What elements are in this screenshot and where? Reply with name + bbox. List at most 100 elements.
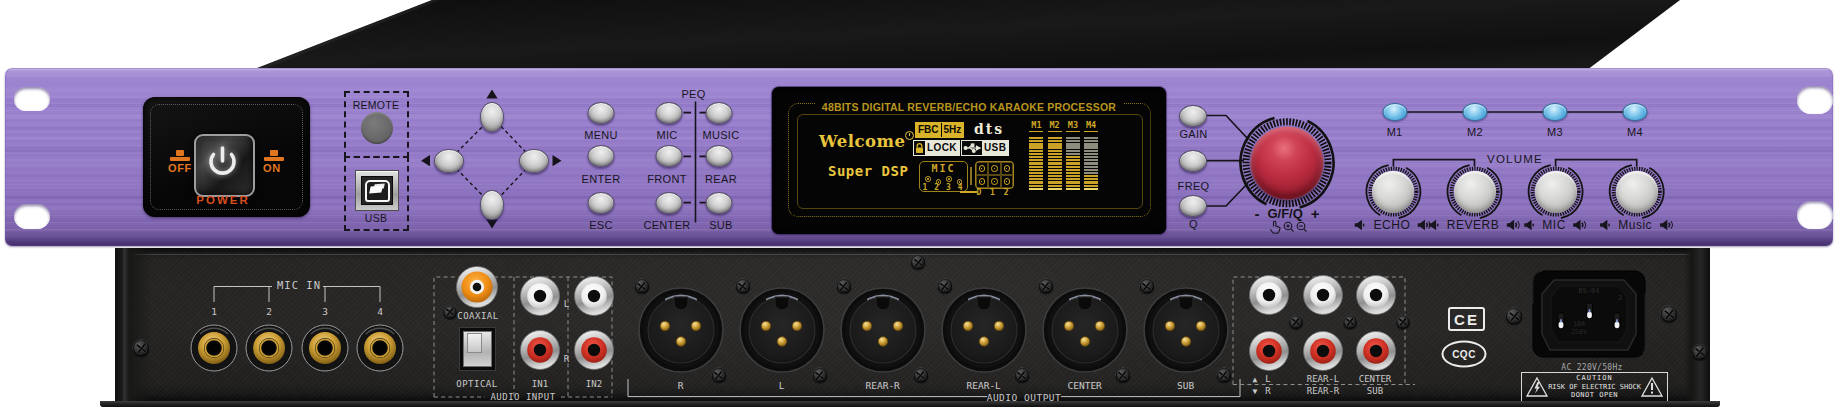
m1-led-button[interactable] (1382, 103, 1407, 121)
nav-up-button[interactable] (480, 102, 504, 132)
m2-led-button[interactable] (1463, 103, 1488, 121)
rca-rear-l-label: REAR-L (1307, 374, 1340, 384)
peq-center-button[interactable] (656, 192, 683, 214)
screw-icon (1396, 315, 1410, 329)
display-meter-m1: M1 (1029, 120, 1043, 190)
screw-icon (1289, 315, 1303, 329)
echo-volume-knob[interactable] (1372, 171, 1414, 213)
exclamation-warning-icon (1641, 377, 1663, 397)
m4-led-button[interactable] (1623, 103, 1648, 121)
mic-jack-dot-icon (946, 176, 952, 182)
xlr-label: SUB (1177, 379, 1194, 390)
mic-volume-knob[interactable] (1535, 171, 1577, 213)
mic-in-label: MIC IN (277, 279, 321, 291)
xlr-label: CENTER (1068, 379, 1102, 390)
screw-icon (735, 279, 750, 294)
peq-mic-button[interactable] (656, 102, 683, 124)
dts-logo: dts (974, 121, 1004, 137)
chassis-bottom-edge (100, 401, 1720, 407)
rca-out-rear-l (1303, 275, 1343, 315)
rca-out-r (1249, 331, 1289, 371)
power-on-label: ON (263, 162, 281, 174)
rca-up-arrow: ▲ (1253, 374, 1258, 383)
xlr-label: L (779, 379, 785, 390)
enter-button[interactable] (588, 145, 615, 167)
m4-led-label: M4 (1627, 126, 1643, 138)
chassis-top-lid (0, 0, 1842, 70)
display-separator (970, 167, 972, 185)
reverb-volume-knob[interactable] (1454, 171, 1496, 213)
mic-in-1-label: 1 (211, 306, 217, 317)
rca-sub-label: SUB (1367, 386, 1383, 396)
mic-knob-label-row: MIC (1523, 218, 1588, 232)
peq-music-button[interactable] (706, 102, 733, 124)
power-label: POWER (196, 194, 249, 206)
clock-icon (905, 131, 914, 140)
q-button[interactable] (1179, 195, 1207, 217)
screw-icon (1661, 306, 1678, 323)
screw-icon (812, 368, 827, 383)
in2-right-rca (574, 330, 614, 370)
m2-led-label: M2 (1467, 126, 1483, 138)
gfq-text: G/F/Q (1267, 206, 1302, 221)
d12-dot-icon (1001, 162, 1013, 175)
rca-out-rear-r (1303, 331, 1343, 371)
peq-rear-label: REAR (705, 173, 737, 185)
freq-button[interactable] (1179, 150, 1207, 172)
screw-icon (1216, 368, 1231, 383)
peq-front-button[interactable] (656, 145, 683, 167)
menu-button[interactable] (588, 102, 615, 124)
usb-port (355, 170, 399, 211)
gain-button[interactable] (1179, 105, 1207, 127)
peq-sub-button[interactable] (706, 192, 733, 214)
ac-power-inlet: BS-04 2 10A 250V (1532, 270, 1646, 358)
remote-label: REMOTE (353, 99, 400, 111)
esc-button[interactable] (588, 192, 615, 214)
ce-mark: CE (1448, 307, 1485, 331)
gfq-knob[interactable] (1232, 108, 1342, 218)
power-section: OFF ON POWER (143, 97, 310, 217)
echo-knob-label-row: ECHO (1355, 218, 1433, 232)
lock-badge: LOCK (913, 140, 960, 156)
music-volume-knob[interactable] (1616, 171, 1658, 213)
menu-button-label: MENU (584, 129, 618, 141)
screw-icon (1014, 368, 1029, 383)
display-mic-channels: 1234 (919, 183, 966, 192)
d12-dot-icon (976, 162, 988, 175)
front-panel: OFF ON POWER REMOTE (5, 68, 1833, 246)
mic-jack-3 (301, 324, 349, 372)
inlet-mark: BS-04 (1578, 287, 1599, 295)
screw-icon (1038, 279, 1053, 294)
screw-icon (443, 305, 457, 319)
usb-label: USB (365, 212, 388, 224)
coaxial-label: COAXIAL (457, 311, 498, 321)
screw-icon (1343, 315, 1357, 329)
peq-rear-button[interactable] (706, 145, 733, 167)
5hz-badge: 5Hz (942, 123, 964, 137)
speaker-min-icon (1355, 219, 1367, 231)
gfq-minus: - (1254, 205, 1259, 222)
m3-led-button[interactable] (1542, 103, 1567, 121)
lock-icon (914, 141, 925, 155)
nav-down-button[interactable] (480, 190, 504, 220)
screw-icon (937, 279, 952, 294)
nav-left-button[interactable] (434, 149, 464, 173)
m1-led-label: M1 (1387, 126, 1403, 138)
mic-jack-2 (245, 324, 293, 372)
nav-right-button[interactable] (519, 149, 549, 173)
in1-left-rca (520, 276, 560, 316)
speaker-min-icon (1523, 219, 1535, 231)
inlet-mark: 2 (1618, 294, 1622, 302)
optical-port (459, 327, 496, 371)
display-meter-m2: M2 (1048, 120, 1062, 190)
d12-dot-icon (988, 175, 1000, 188)
lcd-display: 48BITS DIGITAL REVERB/ECHO KARAOKE PROCE… (772, 87, 1166, 234)
optical-label: OPTICAL (456, 379, 497, 389)
xlr-label: R (678, 379, 684, 390)
xlr-label: REAR-L (967, 379, 1001, 390)
esc-button-label: ESC (589, 219, 613, 231)
display-d12-grid (975, 161, 1014, 189)
power-button[interactable] (194, 134, 255, 197)
display-mic-label: MIC (920, 163, 967, 174)
rca-l-label: L (1265, 374, 1270, 384)
